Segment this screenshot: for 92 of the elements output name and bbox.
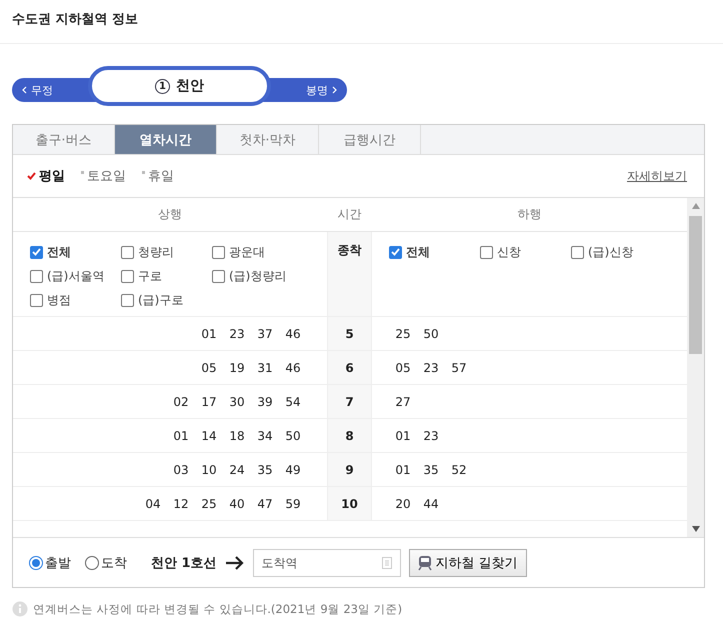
departure-minute: 30: [228, 394, 246, 408]
departure-minute: 01: [394, 462, 412, 476]
departure-minute: 14: [200, 428, 218, 442]
hour-cell: 5: [327, 317, 372, 351]
destination-input-field[interactable]: 도착역: [252, 548, 401, 576]
hour-cell: 9: [327, 453, 372, 487]
prev-station-button[interactable]: 무정: [12, 82, 88, 98]
departure-minute: 50: [284, 428, 302, 442]
chevron-right-icon: [332, 86, 337, 94]
departure-minute: 23: [422, 428, 440, 442]
departure-minute: 57: [450, 360, 468, 374]
terminal-label: 종착: [327, 232, 372, 317]
departure-minute: 02: [172, 394, 190, 408]
departure-minute: 01: [172, 428, 190, 442]
departure-minute: 52: [450, 462, 468, 476]
scroll-down-icon[interactable]: [692, 526, 700, 532]
hour-cell: 7: [327, 385, 372, 419]
day-type-option[interactable]: 토요일: [81, 167, 126, 185]
filter-checkbox[interactable]: (급)서울역: [30, 264, 121, 288]
filter-checkbox[interactable]: 광운대: [212, 240, 303, 264]
departure-minute: 59: [284, 496, 302, 510]
departure-minute: 50: [422, 326, 440, 340]
day-type-option[interactable]: 평일: [27, 167, 65, 185]
departure-minute: 17: [200, 394, 218, 408]
radio-option[interactable]: 출발: [29, 554, 71, 572]
current-station: 천안: [176, 77, 204, 95]
departure-minute: 27: [394, 394, 412, 408]
departure-minute: 10: [200, 462, 218, 476]
check-icon: [32, 248, 41, 256]
chevron-left-icon: [22, 86, 27, 94]
filter-checkbox[interactable]: 구로: [121, 264, 212, 288]
route-search-button[interactable]: 지하철 길찾기: [408, 548, 527, 576]
departure-minute: 19: [228, 360, 246, 374]
check-icon: [391, 248, 400, 256]
station-line-label: 천안 1호선: [151, 554, 217, 572]
departure-minute: 23: [228, 326, 246, 340]
departure-minute: 31: [256, 360, 274, 374]
departure-minute: 01: [200, 326, 218, 340]
departure-minute: 44: [422, 496, 440, 510]
departure-minute: 23: [422, 360, 440, 374]
column-header: 하행: [372, 198, 687, 232]
departure-minute: 12: [172, 496, 190, 510]
departure-minute: 25: [394, 326, 412, 340]
departure-minute: 20: [394, 496, 412, 510]
line-badge: 1: [155, 78, 170, 94]
train-icon: [418, 554, 432, 570]
tab[interactable]: 첫차·막차: [217, 125, 319, 154]
departure-minute: 46: [284, 326, 302, 340]
departure-minute: 40: [228, 496, 246, 510]
departure-minute: 05: [394, 360, 412, 374]
departure-minute: 03: [172, 462, 190, 476]
day-type-option[interactable]: 휴일: [142, 167, 174, 185]
detail-link[interactable]: 자세히보기: [627, 168, 687, 184]
filter-checkbox[interactable]: 병점: [30, 288, 121, 312]
check-icon: [27, 172, 36, 180]
radio-option[interactable]: 도착: [85, 554, 127, 572]
column-header: 상행: [13, 198, 327, 232]
hour-cell: 6: [327, 351, 372, 385]
info-icon: [12, 601, 28, 617]
departure-minute: 18: [228, 428, 246, 442]
filter-checkbox[interactable]: 전체: [30, 240, 121, 264]
departure-minute: 46: [284, 360, 302, 374]
filter-checkbox[interactable]: 전체: [389, 240, 480, 264]
filter-checkbox[interactable]: 청량리: [121, 240, 212, 264]
filter-checkbox[interactable]: (급)신창: [571, 240, 662, 264]
departure-minute: 35: [256, 462, 274, 476]
scroll-up-icon[interactable]: [692, 203, 700, 209]
filter-checkbox[interactable]: (급)구로: [121, 288, 212, 312]
notice-text: 연계버스는 사정에 따라 변경될 수 있습니다.(2021년 9월 23일 기준): [33, 602, 402, 616]
departure-minute: 25: [200, 496, 218, 510]
filter-checkbox[interactable]: (급)청량리: [212, 264, 303, 288]
hour-cell: 8: [327, 419, 372, 453]
departure-minute: 49: [284, 462, 302, 476]
next-station-button[interactable]: 봉명: [271, 82, 347, 98]
departure-minute: 39: [256, 394, 274, 408]
hour-cell: 10: [327, 487, 372, 521]
departure-minute: 35: [422, 462, 440, 476]
filter-checkbox[interactable]: 신창: [480, 240, 571, 264]
scrollbar[interactable]: [687, 198, 704, 537]
tab[interactable]: 열차시간: [115, 125, 217, 154]
page-title: 수도권 지하철역 정보: [0, 0, 723, 44]
departure-minute: 04: [144, 496, 162, 510]
tab[interactable]: 급행시간: [319, 125, 421, 154]
departure-minute: 54: [284, 394, 302, 408]
departure-minute: 37: [256, 326, 274, 340]
departure-minute: 34: [256, 428, 274, 442]
departure-minute: 47: [256, 496, 274, 510]
list-icon[interactable]: [382, 556, 392, 568]
departure-minute: 01: [394, 428, 412, 442]
departure-minute: 05: [200, 360, 218, 374]
departure-minute: 24: [228, 462, 246, 476]
arrow-right-icon: [224, 554, 245, 570]
